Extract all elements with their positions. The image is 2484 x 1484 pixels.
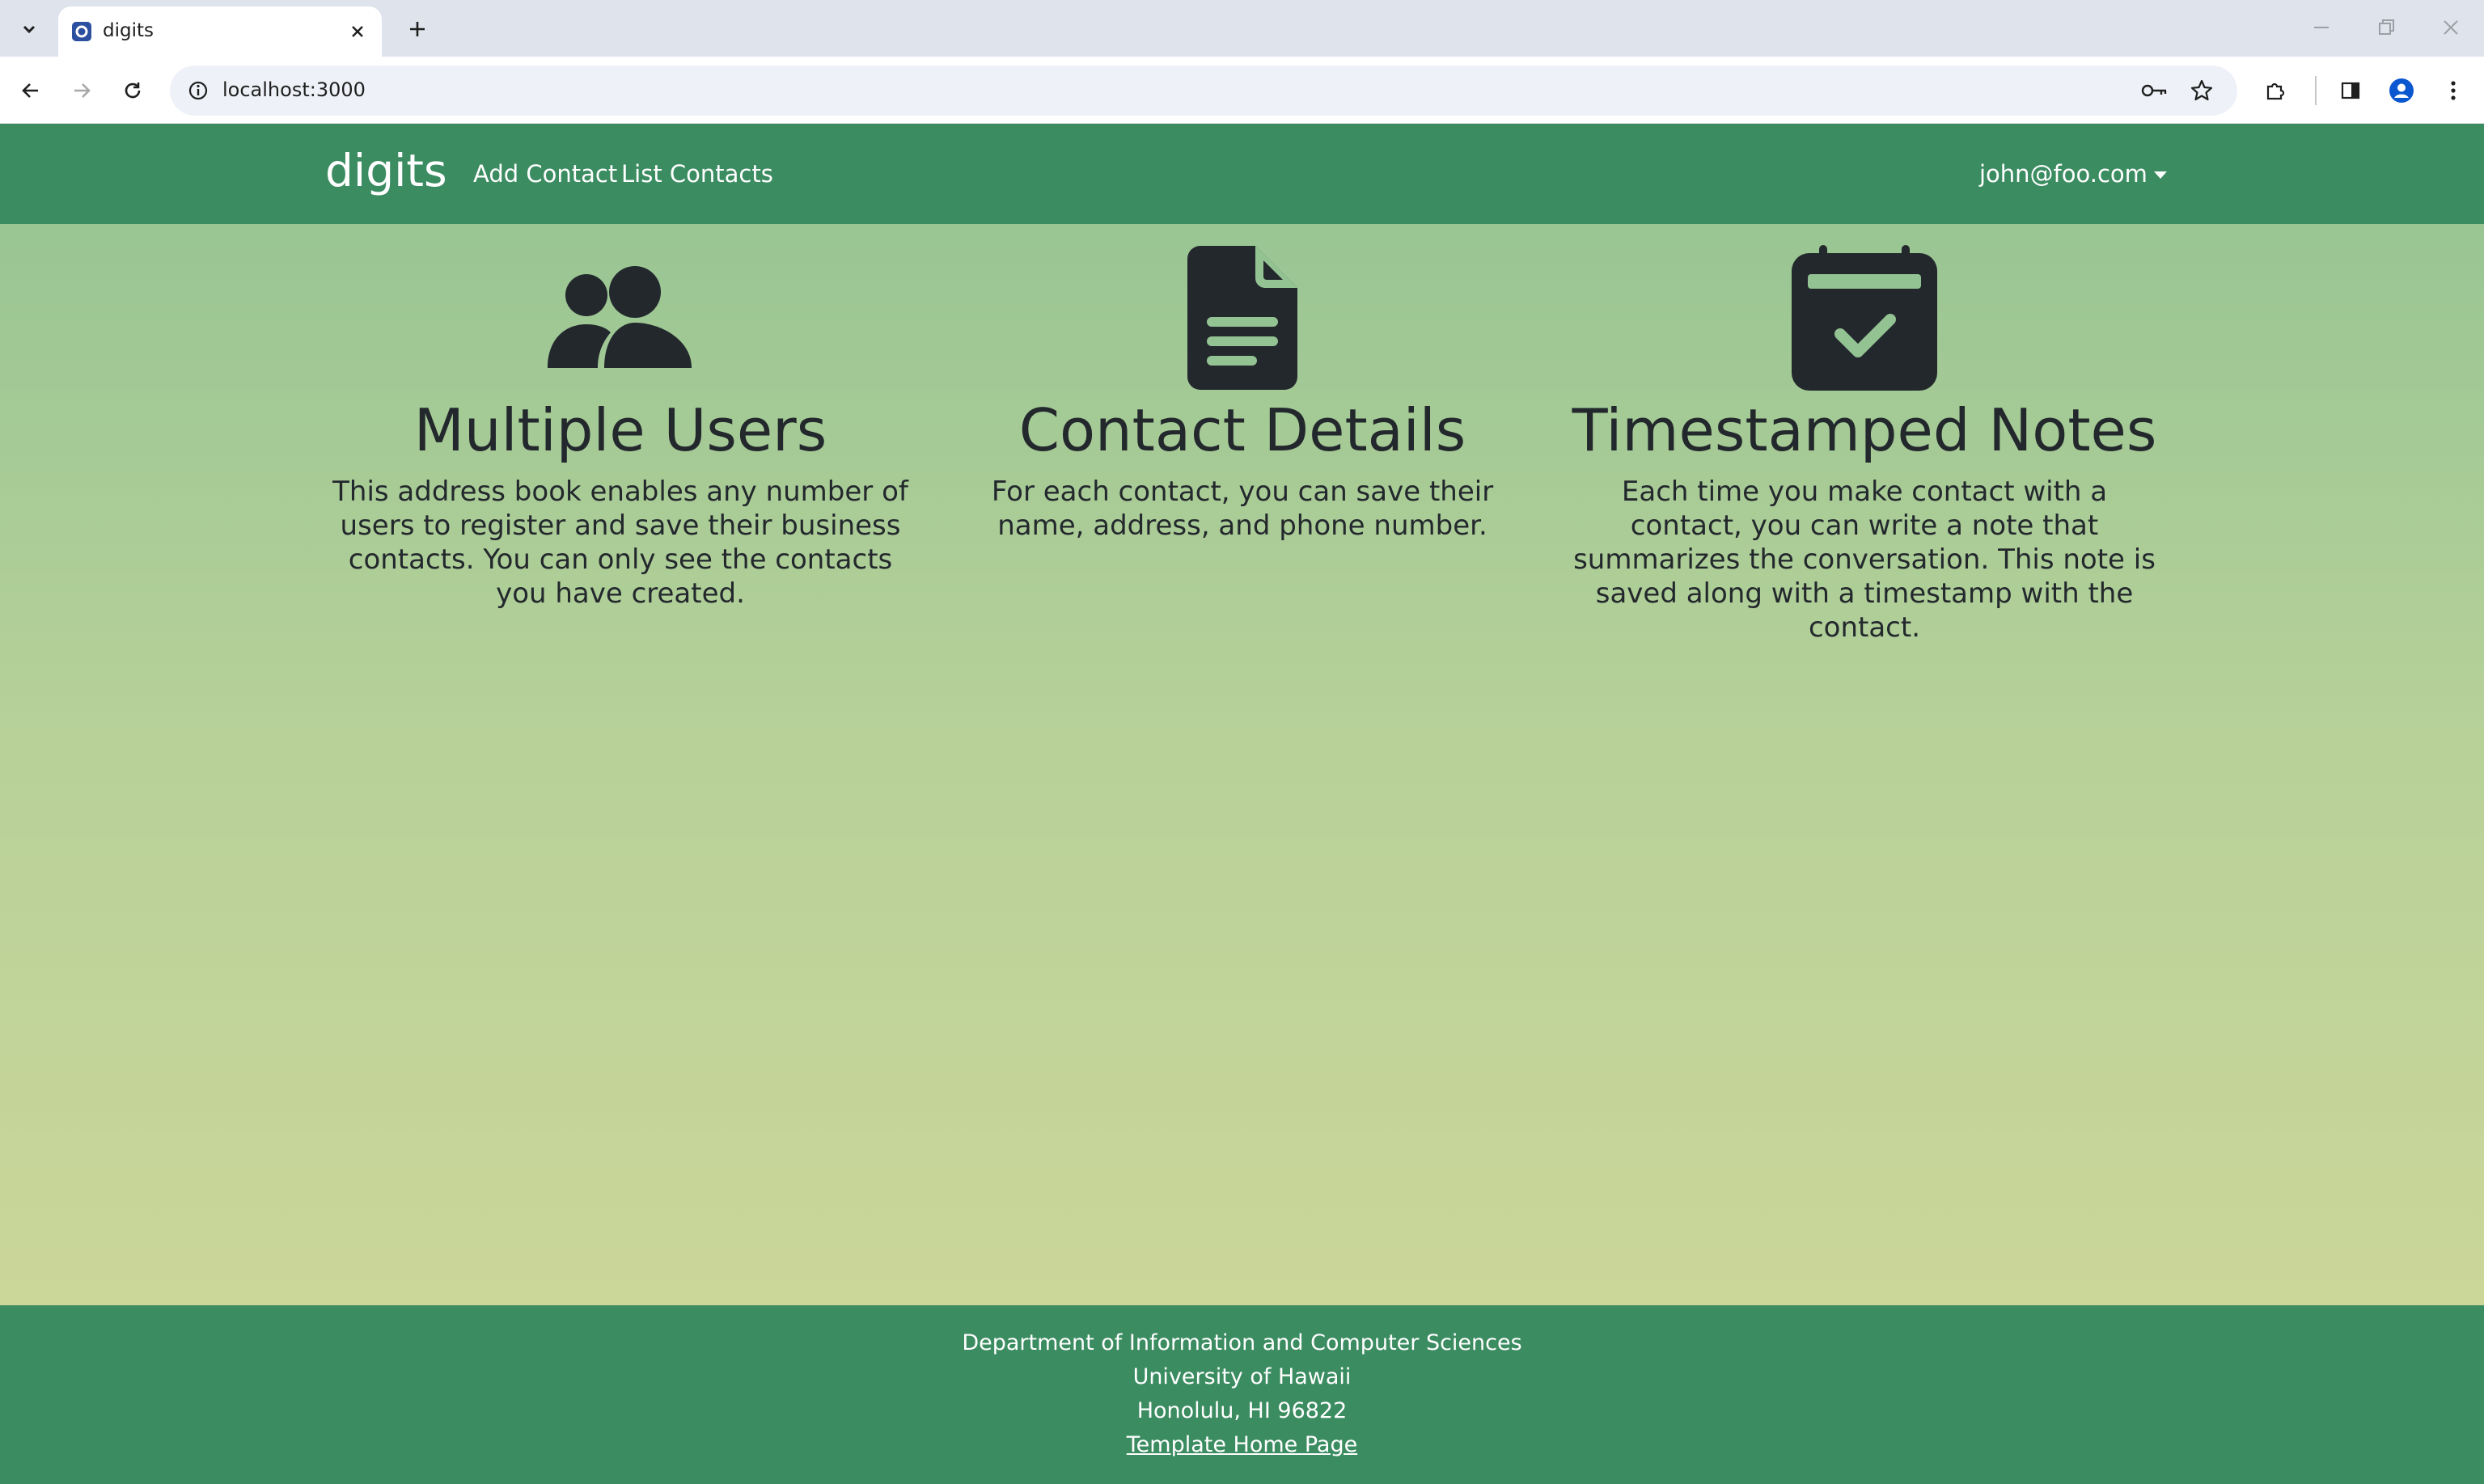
side-panel-button[interactable] (2332, 72, 2369, 109)
back-button[interactable] (12, 72, 49, 109)
document-icon (943, 245, 1542, 391)
toolbar-divider (2315, 76, 2317, 105)
feature-contact-details: Contact Details For each contact, you ca… (943, 245, 1542, 543)
extensions-button[interactable] (2257, 72, 2294, 109)
bookmark-button[interactable] (2187, 76, 2216, 105)
users-icon (321, 245, 920, 391)
minimize-icon (2314, 27, 2329, 28)
puzzle-icon (2266, 82, 2285, 100)
browser-tab-strip: digits (0, 0, 2484, 57)
nav-add-contact[interactable]: Add Contact (473, 160, 617, 188)
feature-timestamped-notes: Timestamped Notes Each time you make con… (1565, 245, 2164, 645)
close-icon (352, 26, 363, 37)
close-icon (2444, 20, 2458, 35)
user-email: john@foo.com (1979, 160, 2148, 188)
navbar: digits Add Contact List Contacts john@fo… (0, 124, 2484, 224)
arrow-left-icon (22, 83, 38, 98)
restore-icon (2379, 19, 2394, 35)
caret-down-icon (2153, 171, 2167, 179)
footer: Department of Information and Computer S… (0, 1305, 2484, 1484)
feature-description: For each contact, you can save their nam… (991, 476, 1494, 542)
tab-search-button[interactable] (8, 11, 50, 47)
browser-menu-button[interactable] (2435, 72, 2472, 109)
restore-button[interactable] (2362, 10, 2410, 45)
feature-description: This address book enables any number of … (332, 476, 908, 610)
address-bar[interactable]: localhost:3000 (170, 66, 2237, 116)
more-vert-icon (2451, 81, 2456, 100)
forward-button[interactable] (63, 72, 100, 109)
plus-icon (410, 22, 425, 36)
new-tab-button[interactable] (400, 11, 435, 47)
chevron-down-icon (23, 25, 36, 34)
feature-title: Timestamped Notes (1572, 396, 2157, 464)
url-text: localhost:3000 (222, 78, 366, 101)
footer-address: Honolulu, HI 96822 (1136, 1398, 1348, 1423)
profile-button[interactable] (2383, 72, 2420, 109)
brand-logo[interactable]: digits (325, 145, 447, 197)
minimize-button[interactable] (2297, 10, 2346, 45)
favicon-icon (72, 22, 91, 41)
feature-title: Contact Details (1018, 396, 1466, 464)
tab-close-button[interactable] (345, 19, 370, 44)
key-icon (2141, 84, 2167, 97)
browser-tab[interactable]: digits (58, 6, 382, 57)
password-key-button[interactable] (2140, 76, 2169, 105)
browser-toolbar: localhost:3000 (0, 57, 2484, 124)
footer-department: Department of Information and Computer S… (962, 1330, 1522, 1355)
nav-list-contacts[interactable]: List Contacts (621, 160, 773, 188)
user-dropdown[interactable]: john@foo.com (1979, 160, 2167, 188)
info-icon (188, 81, 208, 100)
feature-title: Multiple Users (413, 396, 827, 464)
arrow-right-icon (74, 83, 91, 98)
calendar-check-icon (1565, 245, 2164, 391)
close-window-button[interactable] (2427, 10, 2475, 45)
reload-button[interactable] (114, 72, 151, 109)
reload-icon (125, 82, 141, 99)
page-content: digits Add Contact List Contacts john@fo… (0, 124, 2484, 1484)
side-panel-icon (2341, 82, 2360, 99)
star-icon (2190, 79, 2213, 101)
template-home-link[interactable]: Template Home Page (1127, 1432, 1357, 1457)
tab-title: digits (103, 20, 154, 41)
site-info-button[interactable] (184, 77, 212, 104)
feature-multiple-users: Multiple Users This address book enables… (321, 245, 920, 611)
feature-description: Each time you make contact with a contac… (1573, 476, 2156, 644)
footer-university: University of Hawaii (1132, 1364, 1352, 1389)
avatar-icon (2389, 78, 2414, 103)
